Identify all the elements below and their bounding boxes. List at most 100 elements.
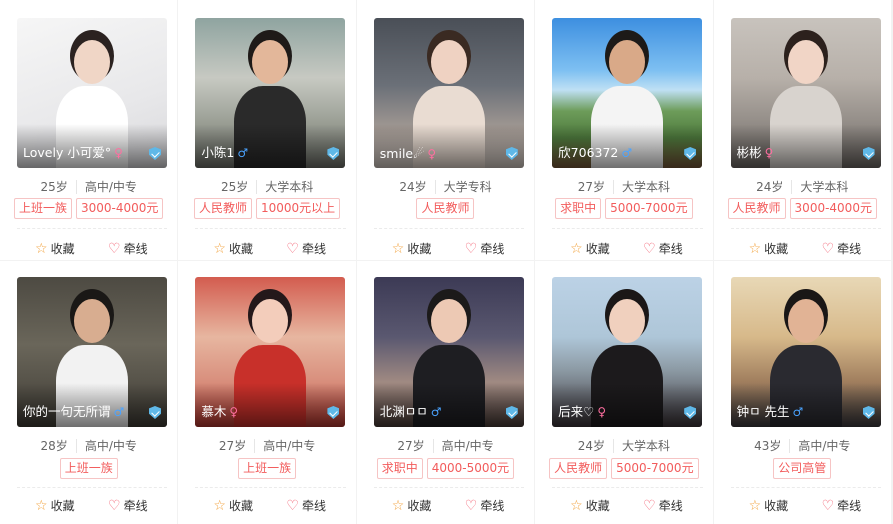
heart-outline-icon: ♡ [821,497,835,514]
favorite-button[interactable]: ☆ 收藏 [392,497,432,514]
heart-outline-icon: ♡ [643,497,656,514]
profile-education: 大学本科 [800,180,849,194]
profile-name-line[interactable]: 你的一句无所谓 ♂ [23,401,124,420]
profile-photo[interactable]: 你的一句无所谓 ♂ [17,277,167,427]
favorite-button[interactable]: ☆ 收藏 [35,497,75,514]
profile-photo[interactable]: 欣706372 ♂ [552,18,703,168]
profile-card[interactable]: 彬彬 ♀ 24岁 大学本科 人民教师 3000-4000元 ☆ 收藏 ♡ 牵线 [713,0,891,260]
profile-name[interactable]: 慕木 [201,404,226,419]
profile-photo[interactable]: Lovely 小可爱° ♀ [17,18,167,168]
favorite-button[interactable]: ☆ 收藏 [213,497,253,514]
profile-name-line[interactable]: 慕木 ♀ [201,401,238,420]
profile-name-line[interactable]: smile☄ ♀ [380,146,436,161]
profile-name-line[interactable]: Lovely 小可爱° ♀ [23,142,123,161]
favorite-button[interactable]: ☆ 收藏 [392,240,432,257]
favorite-button[interactable]: ☆ 收藏 [749,240,789,257]
heart-outline-icon: ♡ [286,240,299,257]
profile-name[interactable]: 彬彬 [737,145,762,160]
profile-tag: 3000-4000元 [75,198,164,219]
profile-photo[interactable]: 慕木 ♀ [195,277,346,427]
matchmake-button[interactable]: ♡ 牵线 [108,497,148,514]
profile-info: 24岁 大学专科 [357,178,534,195]
star-outline-icon: ☆ [35,240,48,257]
profile-photo[interactable]: 小陈1 ♂ [195,18,346,168]
favorite-button[interactable]: ☆ 收藏 [570,240,610,257]
male-icon: ♂ [792,405,804,419]
profile-card[interactable]: 北渊ㅁㅁ ♂ 27岁 高中/中专 求职中 4000-5000元 ☆ 收藏 ♡ 牵线 [356,261,535,524]
matchmake-label: 牵线 [123,242,148,256]
favorite-label: 收藏 [585,499,610,513]
profile-card[interactable]: 你的一句无所谓 ♂ 28岁 高中/中专 上班一族 ☆ 收藏 ♡ 牵线 [0,261,178,524]
profile-tag: 人民教师 [193,198,252,219]
profile-name-line[interactable]: 彬彬 ♀ [737,142,774,161]
male-icon: ♂ [430,405,442,419]
favorite-label: 收藏 [228,242,253,256]
profile-tags: 公司高管 [714,458,891,479]
profile-education: 大学本科 [265,180,314,194]
profile-photo[interactable]: smile☄ ♀ [373,18,524,168]
profile-name[interactable]: 小陈1 [201,145,234,160]
profile-name-line[interactable]: 小陈1 ♂ [201,142,248,161]
profile-name-line[interactable]: 欣706372 ♂ [558,142,632,161]
heart-outline-icon: ♡ [821,240,835,257]
matchmake-button[interactable]: ♡ 牵线 [108,240,148,257]
star-outline-icon: ☆ [748,497,762,514]
matchmake-label: 牵线 [480,499,505,513]
profile-education: 大学专科 [443,180,492,194]
female-icon: ♀ [597,405,607,419]
profile-card[interactable]: Lovely 小可爱° ♀ 25岁 高中/中专 上班一族 3000-4000元 ☆ 收… [0,0,178,260]
profile-tag: 上班一族 [59,458,118,479]
favorite-button[interactable]: ☆ 收藏 [35,240,75,257]
profile-education: 高中/中专 [441,439,494,453]
matchmake-button[interactable]: ♡ 牵线 [643,497,683,514]
matchmake-button[interactable]: ♡ 牵线 [643,240,683,257]
profile-name-line[interactable]: 钟ㅁ 先生 ♂ [737,401,804,420]
profile-tags: 求职中 5000-7000元 [535,198,712,219]
profile-photo[interactable]: 钟ㅁ 先生 ♂ [730,277,881,427]
profile-card[interactable]: 欣706372 ♂ 27岁 大学本科 求职中 5000-7000元 ☆ 收藏 ♡ 牵线 [535,0,713,260]
profile-card[interactable]: 小陈1 ♂ 25岁 大学本科 人民教师 10000元以上 ☆ 收藏 ♡ 牵线 [178,0,356,260]
matchmake-label: 牵线 [658,242,683,256]
star-outline-icon: ☆ [213,240,226,257]
profile-photo[interactable]: 后来♡ ♀ [552,277,703,427]
favorite-label: 收藏 [407,242,432,256]
profile-name[interactable]: 北渊ㅁㅁ [380,404,428,419]
matchmake-button[interactable]: ♡ 牵线 [286,497,326,514]
profile-name[interactable]: 后来♡ [558,404,594,419]
star-outline-icon: ☆ [748,240,762,257]
matchmake-button[interactable]: ♡ 牵线 [822,240,862,257]
profile-age: 27岁 [218,439,256,453]
profile-name[interactable]: Lovely 小可爱° [23,145,111,160]
profile-name-line[interactable]: 北渊ㅁㅁ ♂ [380,401,442,420]
profile-card[interactable]: smile☄ ♀ 24岁 大学专科 人民教师 ☆ 收藏 ♡ 牵线 [356,0,535,260]
profile-photo[interactable]: 北渊ㅁㅁ ♂ [373,277,524,427]
card-divider [552,228,703,229]
profile-info: 27岁 大学本科 [535,178,712,195]
card-divider [730,228,881,229]
profile-info: 25岁 大学本科 [178,178,355,195]
profile-photo[interactable]: 彬彬 ♀ [730,18,881,168]
matchmake-button[interactable]: ♡ 牵线 [822,497,862,514]
profile-name[interactable]: 欣706372 [558,145,618,160]
profile-age: 24岁 [756,180,793,194]
profile-name[interactable]: smile☄ [380,146,425,161]
profile-tag: 5000-7000元 [605,198,693,219]
favorite-button[interactable]: ☆ 收藏 [213,240,253,257]
profile-tags: 人民教师 10000元以上 [178,198,355,219]
profile-name-line[interactable]: 后来♡ ♀ [558,401,606,420]
matchmake-label: 牵线 [837,242,862,256]
profile-card[interactable]: 钟ㅁ 先生 ♂ 43岁 高中/中专 公司高管 ☆ 收藏 ♡ 牵线 [713,261,891,524]
profile-name[interactable]: 钟ㅁ 先生 [737,404,790,419]
favorite-button[interactable]: ☆ 收藏 [749,497,789,514]
profile-tags: 上班一族 [0,458,177,479]
profile-tags: 求职中 4000-5000元 [357,458,534,479]
profile-card[interactable]: 后来♡ ♀ 24岁 大学本科 人民教师 5000-7000元 ☆ 收藏 ♡ 牵线 [535,261,713,524]
matchmake-button[interactable]: ♡ 牵线 [465,240,505,257]
profile-age: 25岁 [40,180,77,194]
profile-age: 27岁 [397,439,434,453]
favorite-button[interactable]: ☆ 收藏 [570,497,610,514]
profile-name[interactable]: 你的一句无所谓 [23,404,111,419]
matchmake-button[interactable]: ♡ 牵线 [286,240,326,257]
matchmake-button[interactable]: ♡ 牵线 [465,497,505,514]
profile-card[interactable]: 慕木 ♀ 27岁 高中/中专 上班一族 ☆ 收藏 ♡ 牵线 [178,261,356,524]
